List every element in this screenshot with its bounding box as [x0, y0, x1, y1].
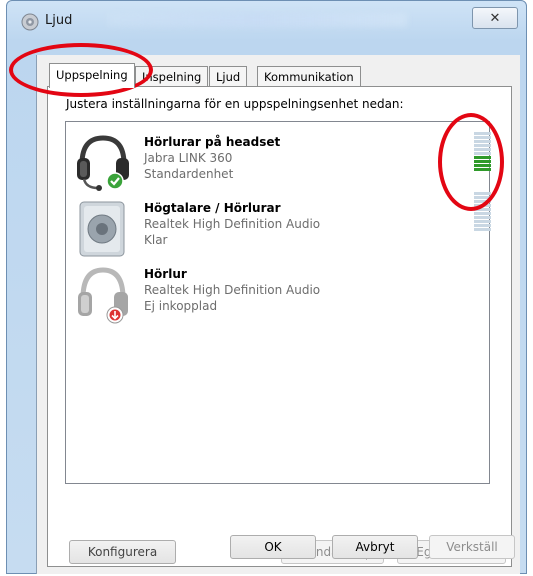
device-item-speakers[interactable]: Högtalare / Hörlurar Realtek High Defini…: [66, 192, 491, 262]
device-status: Standardenhet: [144, 167, 234, 181]
apply-button-label: Verkställ: [446, 540, 498, 554]
cancel-button-label: Avbryt: [355, 540, 395, 554]
tab-communication[interactable]: Kommunikation: [257, 66, 361, 87]
device-name: Hörlurar på headset: [144, 135, 281, 149]
device-text: Högtalare / Hörlurar Realtek High Defini…: [144, 200, 320, 248]
ok-button[interactable]: OK: [230, 535, 316, 559]
device-model: Realtek High Definition Audio: [144, 283, 321, 297]
close-button[interactable]: ✕: [472, 7, 518, 29]
volume-meter: [474, 192, 491, 232]
playback-device-list[interactable]: Hörlurar på headset Jabra LINK 360 Stand…: [65, 121, 491, 484]
configure-button-label: Konfigurera: [87, 545, 158, 559]
title-bar[interactable]: Ljud ✕: [7, 1, 526, 39]
device-status: Ej inkopplad: [144, 299, 218, 313]
playback-panel: Justera inställningarna för en uppspelni…: [47, 86, 512, 567]
window-title: Ljud: [45, 13, 73, 28]
apply-button[interactable]: Verkställ: [429, 535, 515, 559]
speaker-app-icon: [21, 13, 39, 31]
device-item-headphones[interactable]: Hörlur Realtek High Definition Audio Ej …: [66, 264, 489, 328]
speaker-icon: [74, 198, 132, 258]
tab-playback[interactable]: Uppspelning: [49, 63, 135, 88]
default-check-badge: [106, 172, 124, 194]
cancel-button[interactable]: Avbryt: [332, 535, 418, 559]
unplugged-badge: [106, 306, 124, 328]
device-model: Realtek High Definition Audio: [144, 217, 321, 231]
ok-button-label: OK: [264, 540, 282, 554]
device-item-headset[interactable]: Hörlurar på headset Jabra LINK 360 Stand…: [66, 132, 491, 196]
device-name: Hörlur: [144, 267, 187, 281]
tab-sounds[interactable]: Ljud: [209, 66, 248, 87]
blurred-title-region: [107, 13, 407, 27]
panel-instruction: Justera inställningarna för en uppspelni…: [66, 97, 404, 111]
device-model: Jabra LINK 360: [144, 151, 233, 165]
device-status: Klar: [144, 233, 168, 247]
dialog-client-area: Uppspelning Inspelning Ljud Kommunikatio…: [36, 55, 520, 574]
configure-button[interactable]: Konfigurera: [69, 540, 176, 564]
sound-dialog-window: Ljud ✕ Uppspelning Inspelning Ljud Kommu…: [6, 0, 527, 574]
device-text: Hörlur Realtek High Definition Audio Ej …: [144, 266, 320, 314]
volume-meter: [474, 132, 491, 172]
device-text: Hörlurar på headset Jabra LINK 360 Stand…: [144, 134, 280, 182]
device-name: Högtalare / Hörlurar: [144, 201, 281, 215]
tab-recording[interactable]: Inspelning: [135, 66, 209, 87]
close-icon: ✕: [489, 10, 501, 26]
